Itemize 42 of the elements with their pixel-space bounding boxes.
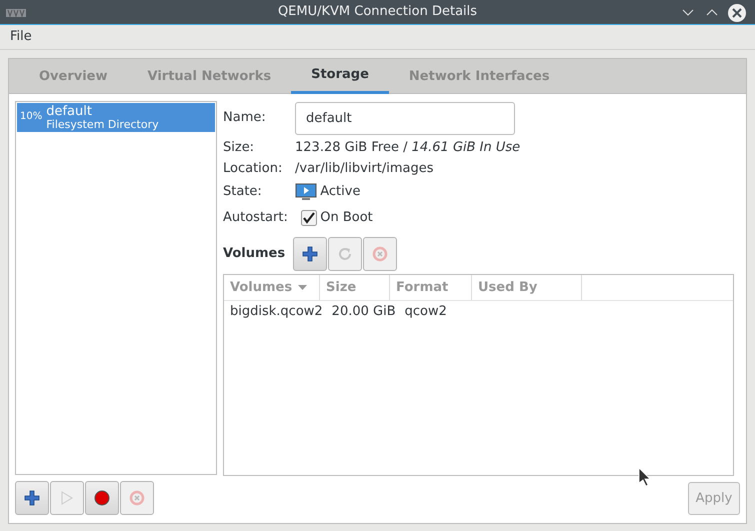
tab[interactable]: Virtual Networks bbox=[128, 59, 292, 94]
table-cell-text: bigdisk.qcow2 bbox=[229, 303, 324, 322]
play-icon bbox=[61, 491, 73, 505]
menu-item[interactable]: File bbox=[10, 27, 32, 47]
monitor-icon bbox=[295, 182, 317, 200]
table-cell-text: 20.00 GiB bbox=[330, 303, 397, 322]
checkbox-label[interactable]: On Boot bbox=[320, 208, 373, 228]
sort-arrow-icon bbox=[298, 285, 308, 290]
field-label: Autostart: bbox=[223, 208, 289, 227]
field-label: Location: bbox=[223, 160, 284, 178]
column-header[interactable]: Format bbox=[390, 275, 472, 300]
field-label: Name: bbox=[223, 109, 267, 128]
field-label: State: bbox=[223, 182, 263, 201]
minimize-icon[interactable] bbox=[682, 10, 694, 16]
plus-icon bbox=[24, 490, 40, 506]
state-value: Active bbox=[320, 182, 360, 201]
stop-icon bbox=[94, 490, 110, 506]
tab[interactable]: Network Interfaces bbox=[388, 59, 570, 94]
add-button[interactable] bbox=[15, 481, 49, 515]
stop-button[interactable] bbox=[85, 481, 119, 515]
refresh-icon bbox=[337, 246, 354, 262]
tab[interactable]: Storage bbox=[291, 59, 389, 94]
size-value: 123.28 GiB Free / 14.61 GiB In Use bbox=[295, 139, 520, 158]
table-cell-text: qcow2 bbox=[404, 303, 448, 322]
close-icon[interactable] bbox=[728, 4, 746, 22]
plus-icon bbox=[302, 246, 318, 262]
delete-icon bbox=[372, 246, 388, 262]
window-title: QEMU/KVM Connection Details bbox=[278, 3, 478, 22]
column-header[interactable]: Size bbox=[320, 275, 390, 300]
name-field[interactable]: default bbox=[295, 102, 515, 134]
delete-icon bbox=[129, 490, 145, 506]
location-value: /var/lib/libvirt/images bbox=[295, 160, 434, 178]
maximize-icon[interactable] bbox=[706, 9, 718, 16]
app-logo-icon bbox=[6, 8, 26, 18]
column-header[interactable]: Volumes bbox=[224, 275, 320, 300]
add-button[interactable] bbox=[293, 237, 328, 271]
mouse-cursor-icon bbox=[638, 467, 650, 487]
tab[interactable]: Overview bbox=[19, 59, 128, 94]
field-label: Size: bbox=[223, 139, 256, 158]
checkbox[interactable] bbox=[301, 210, 317, 226]
section-title: Volumes bbox=[223, 245, 286, 264]
column-header[interactable]: Used By bbox=[472, 275, 582, 300]
